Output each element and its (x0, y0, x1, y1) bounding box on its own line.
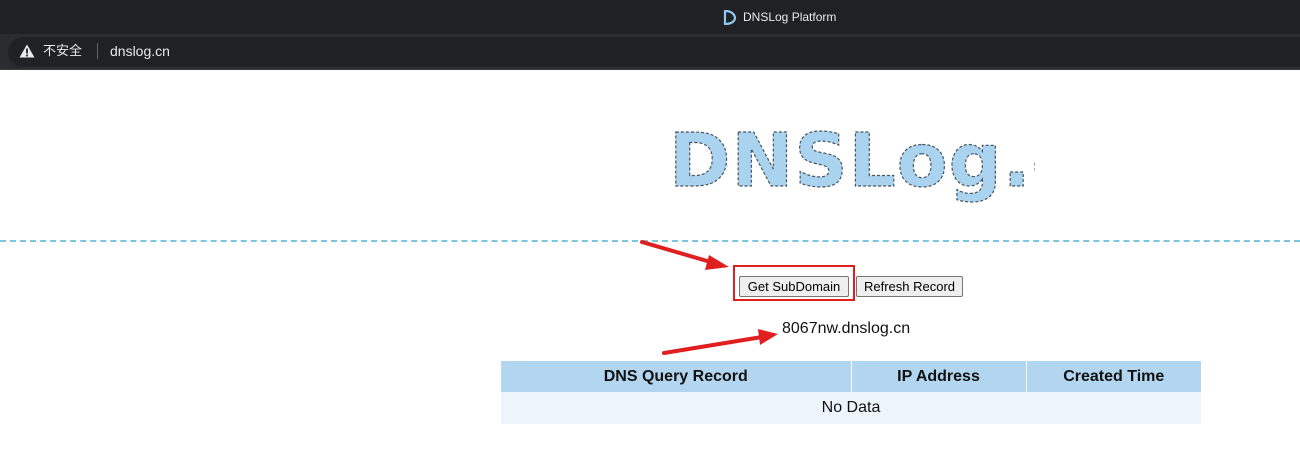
empty-table-message: No Data (501, 392, 1201, 424)
browser-titlebar: DNSLog Platform (0, 0, 1300, 34)
security-status-label[interactable]: 不安全 (43, 43, 82, 59)
warning-triangle-icon[interactable] (19, 44, 35, 58)
subdomain-output: 8067nw.dnslog.cn (782, 320, 911, 337)
refresh-record-button[interactable]: Refresh Record (856, 276, 963, 297)
column-header-ip-address: IP Address (851, 361, 1027, 392)
annotation-arrow-to-subdomain (662, 329, 778, 355)
dnslog-favicon-icon (723, 9, 736, 25)
logo-text: DNSLog.cn (669, 118, 1035, 204)
column-header-created-time: Created Time (1026, 361, 1201, 392)
column-header-dns-query-record: DNS Query Record (501, 361, 852, 392)
window-title: DNSLog Platform (743, 10, 837, 24)
window-title-group: DNSLog Platform (722, 9, 836, 25)
url-text[interactable]: dnslog.cn (110, 43, 170, 59)
table-header-row: DNS Query Record IP Address Created Time (501, 361, 1201, 392)
address-separator (97, 43, 98, 59)
annotation-arrow-to-button (640, 240, 729, 270)
get-subdomain-button[interactable]: Get SubDomain (739, 276, 849, 297)
dashed-divider (0, 240, 1300, 242)
dnslog-logo: DNSLog.cn (668, 117, 1035, 204)
address-bar (0, 34, 1300, 70)
table-row: No Data (501, 392, 1201, 424)
dns-records-table: DNS Query Record IP Address Created Time… (501, 361, 1201, 424)
omnibox[interactable] (8, 37, 1300, 67)
